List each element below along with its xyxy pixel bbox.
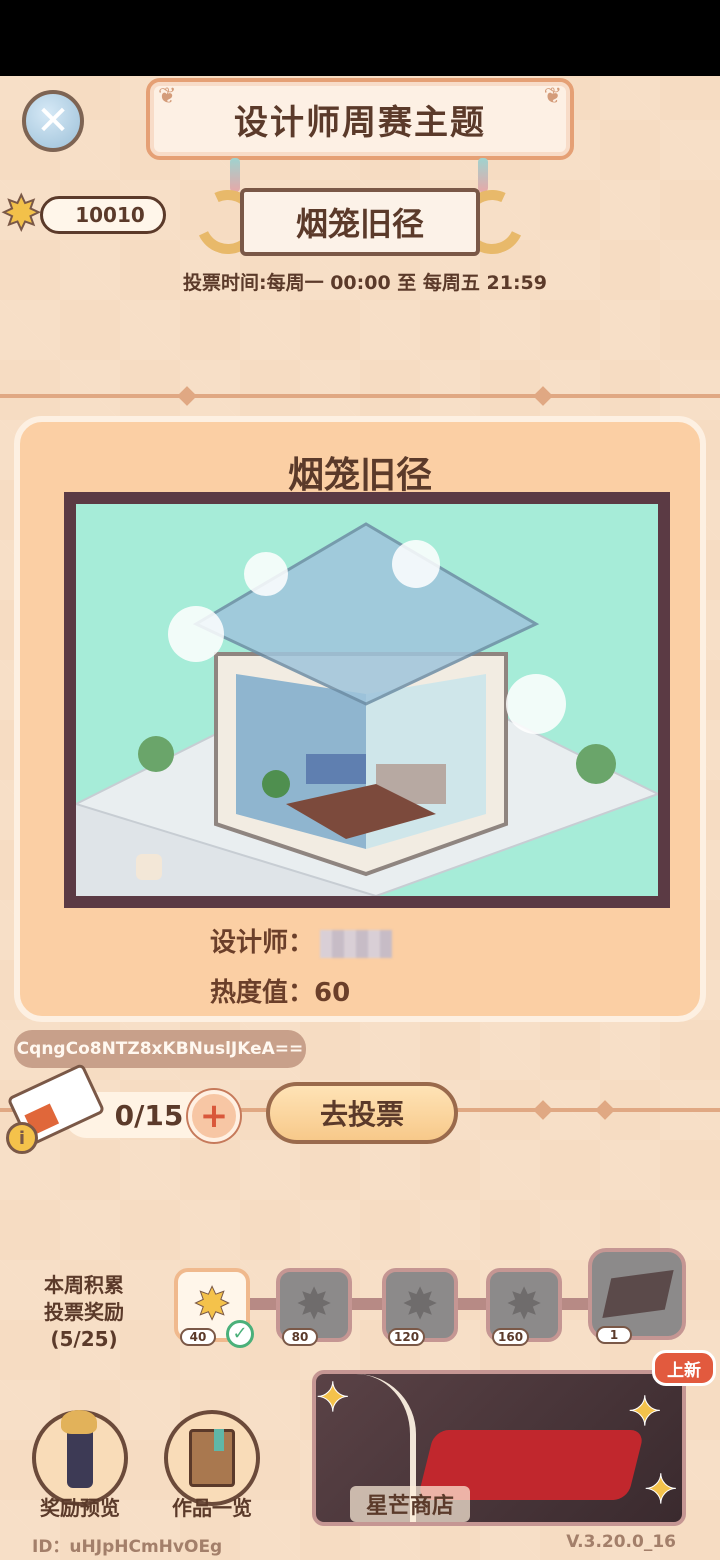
- vote-time: 投票时间:每周一 00:00 至 每周五 21:59: [182, 272, 548, 294]
- star-shop-label: 星芒商店: [350, 1486, 470, 1522]
- reward-tier-value: 160: [492, 1328, 530, 1346]
- star-icon: ✸: [193, 1279, 231, 1330]
- star-icon: ✸: [295, 1279, 333, 1330]
- designer-label: 设计师：: [210, 928, 315, 958]
- star-icon: ✦: [644, 1467, 679, 1513]
- reward-label-line1: 本周积累: [44, 1273, 124, 1297]
- designer-line: 设计师：: [210, 922, 393, 959]
- star-count: 10010: [75, 203, 145, 227]
- reward-tier-2[interactable]: ✸ 80: [276, 1268, 352, 1346]
- reward-tier-1[interactable]: ✸ 40 ✓: [174, 1268, 254, 1348]
- reward-progress: (5/25): [50, 1327, 118, 1351]
- entry-card: 烟笼旧径 设计师： 热度值：60: [14, 416, 706, 1022]
- star-icon: ✸: [401, 1279, 439, 1330]
- book-icon: [189, 1429, 235, 1487]
- banner-rope: [478, 158, 488, 192]
- corner-ornament-icon: ❦: [543, 84, 562, 109]
- reward-preview-label: 奖励预览: [40, 1496, 120, 1520]
- add-ticket-button[interactable]: +: [188, 1090, 240, 1142]
- heat-line: 热度值：60: [210, 972, 350, 1009]
- page-title: 设计师周赛主题: [234, 102, 486, 143]
- close-icon: ✕: [36, 98, 70, 144]
- info-icon[interactable]: i: [6, 1122, 38, 1154]
- header-banner: ❦ ❦ 设计师周赛主题: [146, 78, 574, 160]
- reward-label-line2: 投票奖励: [44, 1300, 124, 1324]
- corner-ornament-icon: ❦: [158, 84, 177, 109]
- entry-artwork[interactable]: [64, 492, 670, 908]
- greenhouse-illustration: [76, 522, 658, 896]
- reward-tier-value: 40: [180, 1328, 216, 1346]
- plus-icon: +: [199, 1096, 229, 1136]
- reward-tier-value: 80: [282, 1328, 318, 1346]
- close-button[interactable]: ✕: [22, 90, 84, 152]
- status-bar: [0, 0, 720, 76]
- entry-title: 烟笼旧径: [287, 455, 432, 496]
- reward-tier-value: 120: [388, 1328, 426, 1346]
- reward-tier-4[interactable]: ✸ 160: [486, 1268, 562, 1346]
- divider-diamond: [177, 386, 197, 406]
- theme-banner: 烟笼旧径: [240, 188, 480, 256]
- reward-tier-3[interactable]: ✸ 120: [382, 1268, 458, 1346]
- heat-value: 60: [314, 978, 351, 1008]
- reward-final-value: 1: [596, 1326, 632, 1344]
- works-list-label: 作品一览: [172, 1496, 252, 1520]
- app-version: V.3.20.0_16: [566, 1532, 676, 1552]
- banner-rope: [230, 158, 240, 192]
- ticket-count: 0/15: [114, 1098, 184, 1132]
- new-badge: 上新: [652, 1350, 716, 1386]
- star-icon: ✸: [1, 186, 42, 240]
- reward-final-tier[interactable]: 1: [588, 1248, 686, 1344]
- designer-name-redacted: [320, 929, 393, 958]
- divider-diamond: [533, 386, 553, 406]
- trophy-icon: [61, 1410, 97, 1488]
- star-icon: ✸: [505, 1279, 543, 1330]
- theme-name: 烟笼旧径: [295, 205, 424, 243]
- entry-code[interactable]: CqngCo8NTZ8xKBNuslJKeA==: [14, 1030, 306, 1068]
- heat-label: 热度值：: [210, 978, 315, 1008]
- star-icon: ✦: [628, 1389, 663, 1435]
- floor-tile-icon: [602, 1270, 674, 1318]
- info-symbol: i: [18, 1127, 26, 1149]
- star-counter: 10010: [40, 196, 166, 234]
- star-icon: ✦: [316, 1375, 351, 1421]
- weekly-reward-label: 本周积累 投票奖励 (5/25): [28, 1272, 140, 1353]
- divider-diamond: [595, 1100, 615, 1120]
- divider-diamond: [533, 1100, 553, 1120]
- divider: [0, 394, 720, 398]
- user-id: ID：uHJpHCmHvOEg: [32, 1537, 223, 1557]
- vote-button[interactable]: 去投票: [266, 1082, 458, 1144]
- check-icon: ✓: [226, 1320, 254, 1348]
